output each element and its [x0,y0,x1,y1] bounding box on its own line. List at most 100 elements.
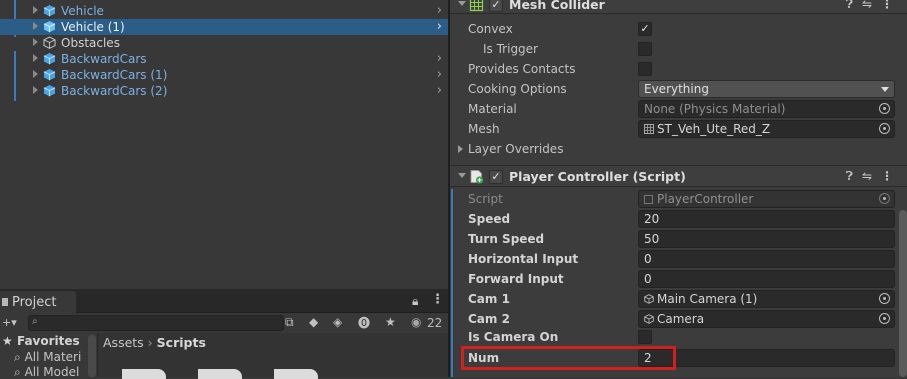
mesh-icon [644,124,654,134]
num-input[interactable]: 2 [638,349,895,367]
prop-label: Is Camera On [468,330,559,344]
chevron-right-icon[interactable]: › [437,20,442,34]
expand-arrow-icon[interactable] [33,54,38,62]
foldout-arrow-icon[interactable] [458,173,466,178]
more-options-icon[interactable]: ⋮ [881,169,893,184]
hierarchy-item-obstacles[interactable]: Obstacles [0,35,448,51]
expand-arrow-icon[interactable] [33,86,38,94]
search-field[interactable]: ⌕ [28,315,284,331]
favorite-item[interactable]: ⌕ All Materi [14,350,81,364]
breadcrumb-separator: › [147,335,157,350]
foldout-arrow-icon[interactable] [458,1,466,6]
script-asset-icon[interactable] [274,369,318,379]
is-camera-on-checkbox[interactable] [638,330,652,344]
presets-icon[interactable]: ⇋ [862,0,872,12]
mesh-collider-header[interactable]: ✓ Mesh Collider ❓︎ ⇋ ⋮ [450,0,907,14]
favorites-header[interactable]: ★ Favorites [2,334,80,348]
cs-script-icon [644,195,653,204]
favorites-label: Favorites [16,334,80,348]
more-options-icon[interactable]: ⋮ [431,292,444,307]
help-icon[interactable]: ❓︎ [846,169,853,184]
script-asset-icon[interactable] [122,369,166,379]
player-controller-header[interactable]: ✓ Player Controller (Script) ❓︎ ⇋ ⋮ [450,165,907,187]
prop-label: Provides Contacts [468,62,576,76]
prop-forward-input: Forward Input 0 [450,269,907,289]
expand-arrow-icon[interactable] [33,6,38,14]
component-enabled-checkbox[interactable]: ✓ [489,170,503,184]
tab-project-label: Project [12,294,57,310]
prop-convex: Convex ✓ [450,19,907,39]
field-value: Camera [657,312,705,326]
prefab-cube-icon [43,85,56,97]
horizontal-input-field[interactable]: 0 [638,250,895,268]
expand-arrow-icon[interactable] [33,38,38,46]
folder-tree-scrollbar[interactable] [88,335,96,377]
script-icon [470,170,484,184]
dropdown-arrow-icon [881,87,889,92]
mesh-object-field[interactable]: ST_Veh_Ute_Red_Z [638,120,895,138]
prop-label: Cam 2 [468,312,510,326]
object-picker-icon [879,193,890,204]
hierarchy-item-backwardcars-1[interactable]: BackwardCars (1) › [0,67,448,83]
prop-provides-contacts: Provides Contacts [450,59,907,79]
object-picker-icon[interactable] [879,103,890,114]
prop-label: Is Trigger [483,42,538,56]
log-icon[interactable]: ⓿ [358,314,370,331]
create-dropdown-icon[interactable]: +▾ [2,316,17,329]
turn-speed-input[interactable]: 50 [638,230,895,248]
search-input[interactable] [29,316,283,331]
cooking-options-dropdown[interactable]: Everything [638,80,895,98]
inspector-scrollbar[interactable] [899,210,907,377]
eye-icon[interactable]: ◉ [411,315,421,329]
field-value: PlayerController [657,192,754,206]
tab-project[interactable]: Project [0,291,76,313]
speed-input[interactable]: 20 [638,210,895,228]
hierarchy-item-label: Obstacles [61,36,120,50]
lock-icon[interactable]: 🔒︎ [412,294,418,309]
prop-label: Forward Input [468,272,564,286]
hierarchy-item-backwardcars[interactable]: BackwardCars › [0,51,448,67]
favorites-star-icon[interactable]: ★ [385,315,396,329]
chevron-right-icon[interactable]: › [437,52,442,66]
prop-label: Mesh [468,122,500,136]
script-asset-icon[interactable] [198,369,242,379]
prop-label: Material [468,102,517,116]
help-icon[interactable]: ❓︎ [846,0,853,12]
chevron-right-icon[interactable]: › [437,68,442,82]
breadcrumb-scripts[interactable]: Scripts [157,335,206,350]
more-options-icon[interactable]: ⋮ [881,0,893,12]
convex-checkbox[interactable]: ✓ [638,22,652,36]
expand-arrow-icon[interactable] [33,70,38,78]
breadcrumb-assets[interactable]: Assets [103,335,144,350]
chevron-right-icon[interactable]: › [437,4,442,18]
hierarchy-item-label: BackwardCars [61,52,147,66]
prop-label: Layer Overrides [468,142,564,156]
prop-is-camera-on: Is Camera On [450,327,907,347]
expand-arrow-icon[interactable] [33,22,38,30]
forward-input-field[interactable]: 0 [638,270,895,288]
hierarchy-item-vehicle-1[interactable]: Vehicle (1) › [0,19,448,35]
component-enabled-checkbox[interactable]: ✓ [489,0,503,12]
filter-by-label-icon[interactable]: ◈ [333,315,342,329]
is-trigger-checkbox[interactable] [638,42,652,56]
foldout-arrow-icon[interactable] [458,145,463,153]
cam1-object-field[interactable]: Main Camera (1) [638,290,895,308]
object-picker-icon[interactable] [879,123,890,134]
hierarchy-panel: Vehicle › Vehicle (1) › Obstacles Backwa… [0,0,448,289]
prop-is-trigger: Is Trigger [450,39,907,59]
cam2-object-field[interactable]: Camera [638,310,895,328]
hierarchy-item-vehicle[interactable]: Vehicle › [0,3,448,19]
object-picker-icon[interactable] [879,293,890,304]
prop-layer-overrides[interactable]: Layer Overrides [450,139,907,159]
presets-icon[interactable]: ⇋ [862,169,872,184]
material-object-field[interactable]: None (Physics Material) [638,100,895,118]
hierarchy-item-backwardcars-2[interactable]: BackwardCars (2) › [0,83,448,99]
gameobject-cube-icon [43,36,56,49]
prefab-cube-icon [43,5,56,17]
provides-contacts-checkbox[interactable] [638,62,652,76]
search-icon: ⌕ [14,350,21,364]
search-by-type-icon[interactable]: ⧉ [285,315,294,330]
filter-by-type-icon[interactable]: ◆ [309,315,318,329]
chevron-right-icon[interactable]: › [437,84,442,98]
object-picker-icon[interactable] [879,313,890,324]
